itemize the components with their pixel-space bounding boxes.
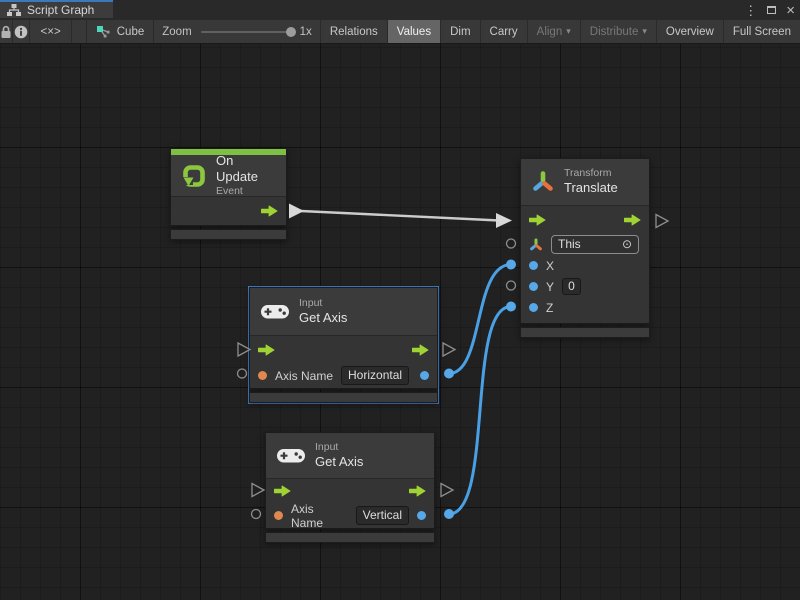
node-header: On Update Event [171, 155, 286, 196]
node-footer [170, 229, 287, 240]
tab-title: Script Graph [27, 3, 94, 17]
string-port-type-icon[interactable] [274, 511, 283, 520]
object-picker-icon[interactable]: ⊙ [622, 237, 632, 252]
window-controls: ⋮ × [744, 0, 795, 20]
node-on-update[interactable]: On Update Event [170, 148, 287, 240]
align-dropdown[interactable]: Align ▾ [528, 20, 581, 43]
port-type-icon[interactable] [529, 261, 538, 270]
node-header: Transform Translate [521, 159, 649, 205]
toolbar: <×> Cube Zoom 1x Relations Values Dim Ca… [0, 20, 800, 44]
close-icon[interactable]: × [786, 3, 795, 18]
chevron-down-icon: ▾ [566, 26, 571, 37]
node-subtitle: Event [216, 185, 276, 198]
graph-tree-icon [7, 4, 21, 16]
info-button[interactable] [13, 20, 30, 43]
node-header: Input Get Axis [250, 288, 437, 335]
full-screen-button[interactable]: Full Screen [724, 20, 800, 43]
node-title: On Update [216, 153, 276, 186]
zoom-label: Zoom [162, 26, 191, 38]
axis-name-field[interactable]: Vertical [356, 506, 409, 525]
node-title: Get Axis [315, 454, 363, 470]
distribute-dropdown[interactable]: Distribute ▾ [581, 20, 657, 43]
node-title: Translate [564, 180, 618, 196]
zoom-slider-handle[interactable] [286, 27, 296, 37]
exec-input-port-arrow[interactable] [529, 214, 546, 226]
node-get-axis-vertical[interactable]: Input Get Axis [265, 432, 435, 543]
zoom-control: Zoom 1x [154, 20, 321, 43]
node-category: Transform [564, 167, 618, 180]
node-get-axis-horizontal[interactable]: Input Get Axis [249, 287, 438, 403]
tab-script-graph[interactable]: Script Graph [0, 0, 113, 18]
port-type-icon[interactable] [529, 303, 538, 312]
string-port-type-icon[interactable] [258, 371, 267, 380]
target-object-value: This [558, 237, 581, 252]
graph-object-label: Cube [117, 26, 145, 38]
transform-axes-icon [531, 170, 555, 194]
port-label-z: Z [546, 301, 553, 315]
lock-button[interactable] [0, 20, 13, 43]
exec-output-port-arrow[interactable] [412, 344, 429, 356]
gamepad-icon [260, 302, 290, 321]
node-category: Input [315, 441, 363, 454]
code-icon: <×> [41, 26, 61, 38]
graph-node-icon [96, 25, 111, 38]
code-view-button[interactable]: <×> [30, 20, 73, 43]
overview-button[interactable]: Overview [657, 20, 724, 43]
toolbar-spacer [72, 20, 86, 43]
node-footer [249, 392, 438, 403]
port-type-icon[interactable] [529, 282, 538, 291]
axis-name-label: Axis Name [275, 369, 333, 383]
exec-output-port-arrow[interactable] [409, 485, 426, 497]
node-footer [265, 532, 435, 543]
node-footer [520, 327, 650, 338]
port-label-y: Y [546, 280, 554, 294]
float-output-type-icon[interactable] [417, 511, 426, 520]
y-value-field[interactable]: 0 [562, 278, 581, 295]
relations-toggle[interactable]: Relations [321, 20, 388, 43]
maximize-icon[interactable] [767, 6, 776, 14]
chevron-down-icon: ▾ [642, 26, 647, 37]
values-toggle[interactable]: Values [388, 20, 441, 43]
axis-name-field[interactable]: Horizontal [341, 366, 409, 385]
node-category: Input [299, 297, 347, 310]
on-update-loop-icon [181, 163, 207, 189]
exec-output-port-arrow[interactable] [624, 214, 641, 226]
float-output-type-icon[interactable] [420, 371, 429, 380]
graph-canvas[interactable]: On Update Event [0, 44, 800, 600]
node-header: Input Get Axis [266, 433, 434, 478]
node-title: Get Axis [299, 310, 347, 326]
node-translate[interactable]: Transform Translate [520, 158, 650, 338]
lock-icon [0, 25, 12, 39]
dim-toggle[interactable]: Dim [441, 20, 480, 43]
carry-toggle[interactable]: Carry [481, 20, 528, 43]
exec-output-port-arrow[interactable] [261, 205, 278, 217]
transform-axes-icon [529, 238, 543, 252]
exec-input-port-arrow[interactable] [274, 485, 291, 497]
exec-input-port-arrow[interactable] [258, 344, 275, 356]
gamepad-icon [276, 446, 306, 465]
zoom-slider[interactable] [201, 31, 291, 33]
zoom-value: 1x [300, 26, 312, 38]
target-object-field[interactable]: This ⊙ [551, 235, 639, 254]
axis-name-label: Axis Name [291, 502, 348, 530]
info-icon [14, 25, 28, 39]
port-label-x: X [546, 259, 554, 273]
tab-bar: Script Graph ⋮ × [0, 0, 800, 20]
window-menu-icon[interactable]: ⋮ [744, 4, 757, 17]
graph-object-button[interactable]: Cube [87, 20, 155, 43]
